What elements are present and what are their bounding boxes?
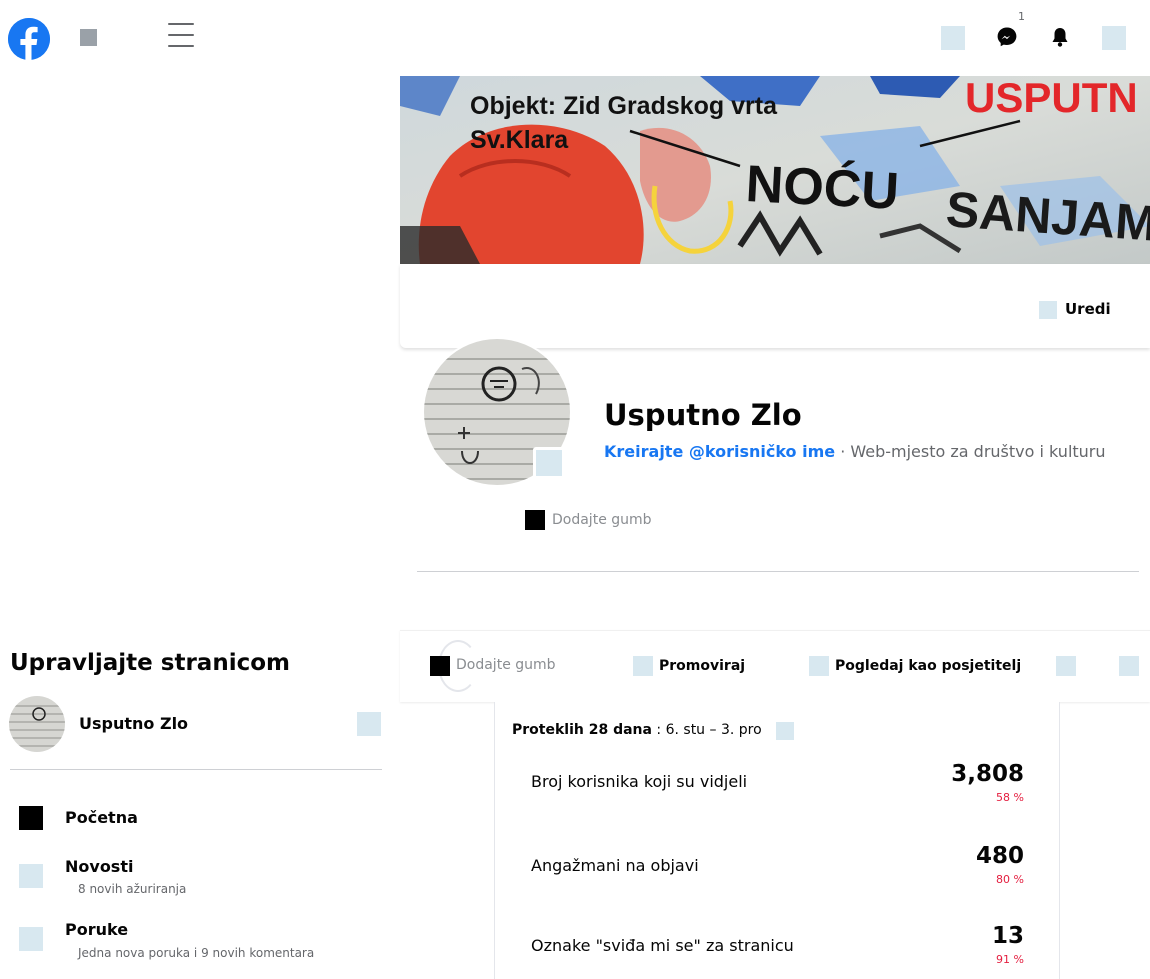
page-category: · Web-mjesto za društvo i kulturu bbox=[835, 442, 1106, 461]
home-icon bbox=[19, 806, 43, 830]
manage-page-title: Upravljajte stranicom bbox=[10, 650, 290, 676]
tab-add-button[interactable]: Dodajte gumb bbox=[456, 657, 556, 673]
stat-engagement-value[interactable]: 480 bbox=[884, 843, 1024, 869]
sidebar-item-news[interactable]: Novosti bbox=[65, 857, 133, 876]
sidebar-divider bbox=[10, 769, 382, 770]
account-menu-icon[interactable] bbox=[1102, 26, 1126, 50]
camera-icon[interactable] bbox=[533, 447, 565, 479]
profile-divider bbox=[417, 571, 1139, 572]
switch-page-icon[interactable] bbox=[357, 712, 381, 736]
facebook-logo[interactable] bbox=[8, 18, 50, 60]
facebook-logo-icon bbox=[8, 18, 50, 60]
view-as-icon bbox=[809, 656, 829, 676]
sidebar-item-messages[interactable]: Poruke bbox=[65, 920, 128, 939]
search-page-icon[interactable] bbox=[1056, 656, 1076, 676]
bell-icon[interactable] bbox=[1049, 25, 1071, 49]
add-button-tab-icon bbox=[430, 656, 450, 676]
stat-reach-label: Broj korisnika koji su vidjeli bbox=[531, 772, 748, 791]
tab-promote[interactable]: Promoviraj bbox=[659, 658, 745, 674]
search-icon[interactable] bbox=[80, 29, 97, 46]
insights-period: Proteklih 28 dana : 6. stu – 3. pro bbox=[512, 722, 762, 738]
stat-engagement-label: Angažmani na objavi bbox=[531, 856, 699, 875]
stat-likes-label: Oznake "sviđa mi se" za stranicu bbox=[531, 936, 794, 955]
period-range: : 6. stu – 3. pro bbox=[651, 722, 762, 738]
more-options-icon[interactable] bbox=[1119, 656, 1139, 676]
stat-engagement-pct: 80 % bbox=[996, 873, 1024, 886]
cover-caption-line1: Objekt: Zid Gradskog vrta bbox=[470, 92, 778, 120]
messenger-icon[interactable] bbox=[995, 25, 1019, 49]
menu-grid-icon[interactable] bbox=[941, 26, 965, 50]
period-label: Proteklih 28 dana bbox=[512, 722, 652, 738]
add-button-link[interactable]: Dodajte gumb bbox=[552, 512, 652, 528]
period-info-icon[interactable] bbox=[776, 722, 794, 740]
tab-view-as-visitor[interactable]: Pogledaj kao posjetitelj bbox=[835, 658, 1021, 674]
cover-photo: Objekt: Zid Gradskog vrta Sv.Klara USPUT… bbox=[400, 76, 1150, 264]
news-icon bbox=[19, 864, 43, 888]
cover-actions-bar bbox=[400, 264, 1150, 348]
stat-likes-value[interactable]: 13 bbox=[884, 923, 1024, 949]
hamburger-menu-icon[interactable] bbox=[168, 23, 194, 51]
page-subtitle: Kreirajte @korisničko ime · Web-mjesto z… bbox=[604, 442, 1106, 461]
sidebar-item-messages-sub: Jedna nova poruka i 9 novih komentara bbox=[78, 946, 315, 960]
sidebar-page-name[interactable]: Usputno Zlo bbox=[79, 714, 188, 733]
cover-graffiti-1: NOĆU bbox=[744, 155, 900, 221]
sidebar-page-avatar[interactable] bbox=[9, 696, 65, 752]
create-username-link[interactable]: Kreirajte @korisničko ime bbox=[604, 442, 835, 461]
stat-reach-pct: 58 % bbox=[996, 791, 1024, 804]
stat-reach-value[interactable]: 3,808 bbox=[884, 761, 1024, 787]
promote-icon bbox=[633, 656, 653, 676]
sidebar-item-news-sub: 8 novih ažuriranja bbox=[78, 882, 187, 896]
edit-cover-button[interactable]: Uredi bbox=[1065, 300, 1111, 318]
sidebar-item-home[interactable]: Početna bbox=[65, 808, 138, 827]
messenger-badge: 1 bbox=[1018, 10, 1025, 23]
stat-likes-pct: 91 % bbox=[996, 953, 1024, 966]
cover-caption-line2: Sv.Klara bbox=[470, 126, 569, 154]
messages-icon bbox=[19, 927, 43, 951]
page-title: Usputno Zlo bbox=[604, 398, 802, 432]
edit-icon[interactable] bbox=[1039, 301, 1057, 319]
add-button-icon bbox=[525, 510, 545, 530]
cover-brand-text: USPUTN bbox=[965, 76, 1138, 121]
